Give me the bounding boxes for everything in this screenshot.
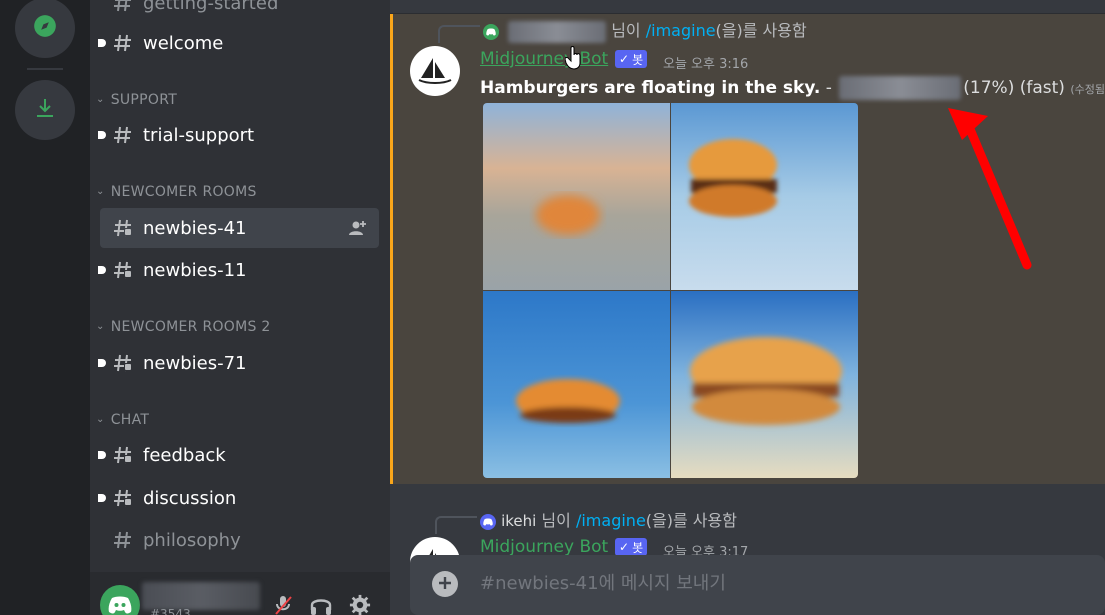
channel-label: newbies-11 — [143, 259, 247, 281]
hash-threads-icon — [112, 352, 134, 374]
reply-suffix: 님이 — [611, 21, 641, 40]
chat-area: 님이 /imagine(을)를 사용함 Midjourney Bot ✓ 봇 오… — [390, 0, 1105, 615]
hash-icon — [112, 529, 134, 551]
slash-command[interactable]: /imagine — [646, 21, 716, 40]
channel-sidebar: getting-started welcome ⌄ SUPPORT trial-… — [90, 0, 390, 615]
channel-discussion[interactable]: discussion — [98, 478, 379, 518]
channel-label: feedback — [143, 444, 226, 466]
verified-check-icon: ✓ — [619, 540, 630, 554]
reply-tail: (을)를 사용함 — [715, 21, 807, 40]
mute-microphone-icon[interactable] — [272, 594, 294, 615]
category-newcomer-rooms[interactable]: ⌄ NEWCOMER ROOMS — [96, 183, 257, 201]
hash-threads-icon — [112, 487, 134, 509]
generated-image-4[interactable] — [671, 291, 858, 478]
channel-label: newbies-71 — [143, 352, 247, 374]
category-chat[interactable]: ⌄ CHAT — [96, 411, 149, 429]
bot-badge: ✓ 봇 — [615, 538, 648, 556]
server-rail — [0, 0, 90, 615]
channel-philosophy[interactable]: philosophy — [100, 520, 379, 560]
unread-indicator — [98, 39, 106, 47]
bot-badge: ✓ 봇 — [615, 50, 648, 68]
edited-label: (수정됨) — [1070, 83, 1105, 96]
hash-icon — [112, 0, 134, 14]
unread-indicator — [98, 494, 106, 502]
message-input[interactable]: #newbies-41에 메시지 보내기 — [480, 569, 726, 595]
hash-threads-icon — [112, 217, 134, 239]
generated-image-3[interactable] — [483, 291, 670, 478]
reply-username[interactable]: ikehi — [501, 512, 536, 530]
category-newcomer-rooms-2[interactable]: ⌄ NEWCOMER ROOMS 2 — [96, 318, 271, 336]
plus-icon — [438, 575, 452, 594]
channel-newbies-11[interactable]: newbies-11 — [98, 250, 379, 290]
generated-image-grid[interactable] — [483, 103, 858, 478]
prompt-text: Hamburgers are floating in the sky. — [480, 78, 821, 98]
chevron-down-icon: ⌄ — [96, 93, 105, 105]
message-author[interactable]: Midjourney Bot — [480, 537, 608, 557]
unread-indicator — [98, 359, 106, 367]
mode-text: (fast) — [1019, 78, 1065, 98]
category-support[interactable]: ⌄ SUPPORT — [96, 91, 177, 109]
channel-label: philosophy — [143, 529, 241, 551]
channel-newbies-41[interactable]: newbies-41 — [100, 208, 379, 248]
channel-label: welcome — [143, 32, 224, 54]
user-tag: #3543 — [150, 607, 191, 615]
channel-label: newbies-41 — [143, 217, 247, 239]
unread-indicator — [98, 266, 106, 274]
blurred-username — [508, 20, 607, 43]
generated-image-2[interactable] — [671, 103, 858, 290]
headphones-icon[interactable] — [309, 594, 333, 615]
hash-icon — [112, 32, 134, 54]
chat-top-divider — [390, 0, 1105, 14]
reply-connector — [435, 516, 477, 534]
discord-logo-icon — [480, 513, 496, 530]
message-content: Hamburgers are floating in the sky. - (1… — [480, 76, 1105, 100]
unread-indicator — [98, 451, 106, 459]
message-highlighted[interactable]: 님이 /imagine(을)를 사용함 Midjourney Bot ✓ 봇 오… — [390, 14, 1105, 484]
explore-servers-button[interactable] — [15, 0, 75, 58]
rail-separator — [27, 68, 63, 70]
message-author[interactable]: Midjourney Bot — [480, 49, 608, 69]
reply-reference[interactable]: ikehi 님이 /imagine(을)를 사용함 — [480, 507, 737, 531]
channel-label: discussion — [143, 487, 237, 509]
chevron-down-icon: ⌄ — [96, 413, 105, 425]
hash-threads-icon — [112, 444, 134, 466]
download-apps-button[interactable] — [15, 80, 75, 140]
compass-icon — [32, 13, 58, 43]
add-attachment-button[interactable] — [432, 571, 458, 597]
channel-feedback[interactable]: feedback — [98, 435, 379, 475]
progress-text: (17%) — [963, 78, 1015, 98]
channel-newbies-71[interactable]: newbies-71 — [98, 343, 379, 383]
hash-threads-icon — [112, 259, 134, 281]
channel-getting-started[interactable]: getting-started — [100, 0, 379, 23]
username-blurred — [142, 582, 260, 610]
unread-indicator — [98, 131, 106, 139]
message-composer[interactable]: #newbies-41에 메시지 보내기 — [410, 555, 1105, 615]
channel-welcome[interactable]: welcome — [98, 23, 379, 63]
slash-command[interactable]: /imagine — [576, 511, 646, 530]
discord-logo-icon — [483, 23, 499, 40]
generated-image-1[interactable] — [483, 103, 670, 290]
blurred-mention — [839, 76, 962, 100]
channel-label: getting-started — [143, 0, 279, 14]
reply-reference[interactable]: 님이 /imagine(을)를 사용함 — [483, 17, 807, 43]
midjourney-bot-avatar[interactable] — [410, 46, 460, 96]
channel-trial-support[interactable]: trial-support — [98, 115, 379, 155]
channel-label: trial-support — [143, 124, 255, 146]
message-timestamp: 오늘 오후 3:16 — [663, 57, 749, 72]
user-avatar[interactable] — [100, 585, 140, 615]
download-icon — [33, 96, 57, 124]
user-panel: #3543 — [90, 572, 390, 615]
reply-connector — [438, 25, 480, 43]
create-invite-icon[interactable] — [349, 219, 367, 242]
chevron-down-icon: ⌄ — [96, 320, 105, 332]
hand-cursor-icon — [564, 46, 583, 74]
hash-icon — [112, 124, 134, 146]
verified-check-icon: ✓ — [619, 52, 630, 66]
settings-gear-icon[interactable] — [348, 594, 372, 615]
chevron-down-icon: ⌄ — [96, 185, 105, 197]
